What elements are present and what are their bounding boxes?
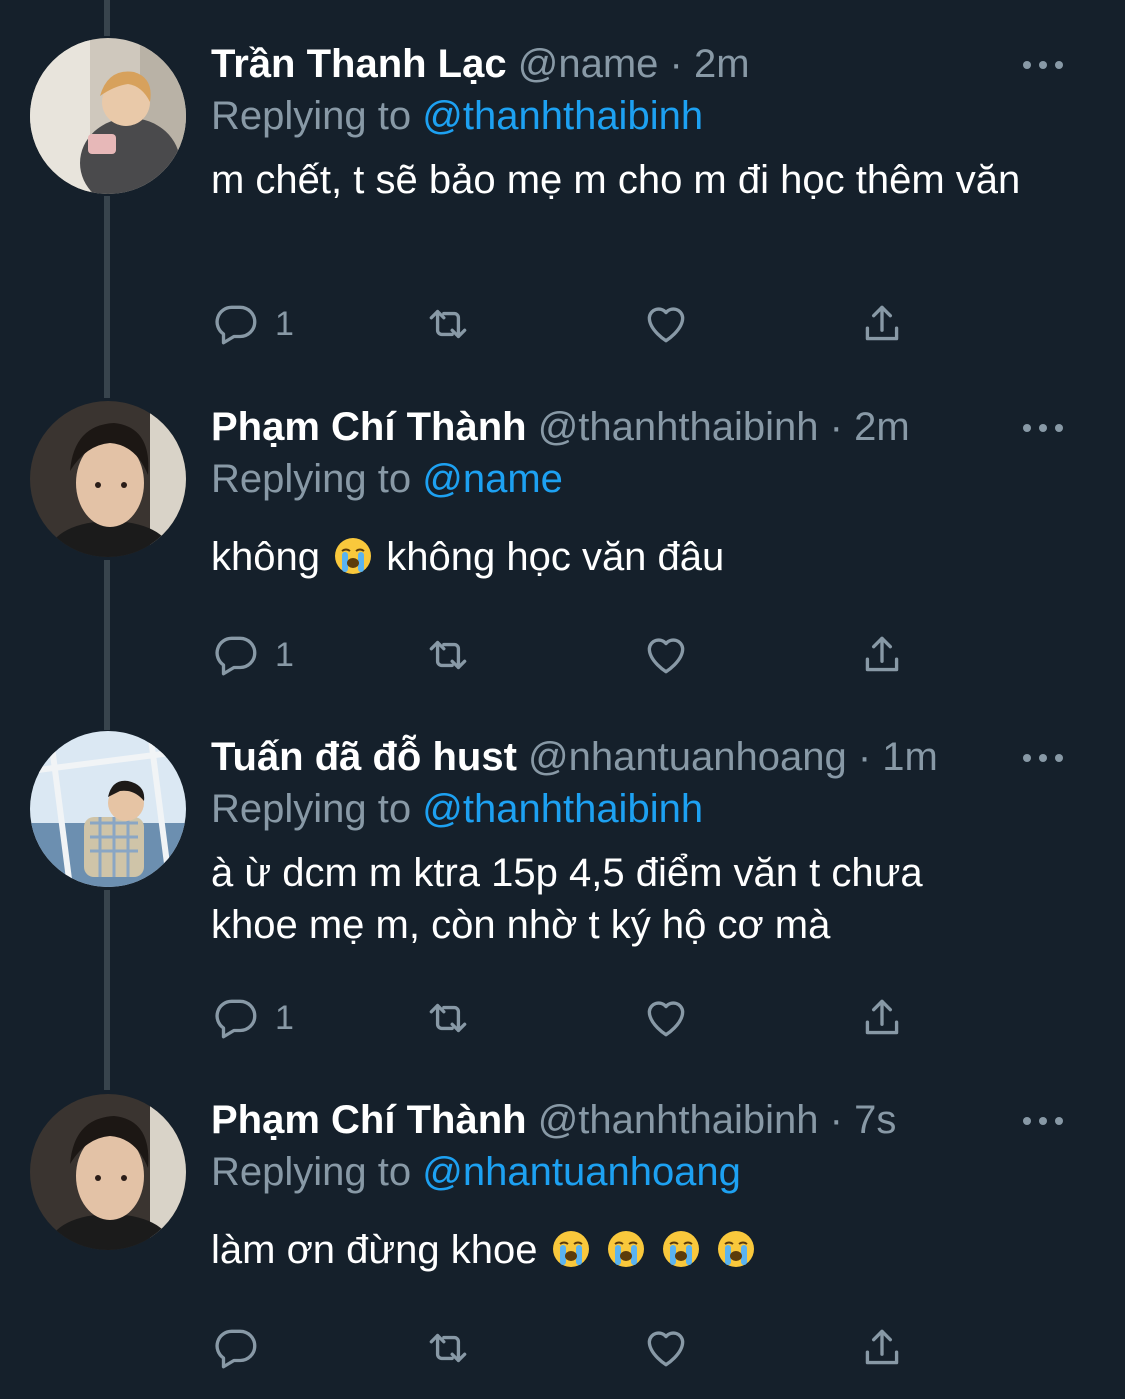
share-button[interactable] — [857, 988, 907, 1048]
tweet-header: Tuấn đã đỗ hust @nhantuanhoang · 1m — [211, 731, 1085, 783]
tweet-text: không không học văn đâu — [211, 531, 1085, 583]
more-icon[interactable] — [1023, 60, 1063, 70]
tweet-actions: 1 — [211, 294, 931, 354]
reply-icon — [215, 636, 257, 676]
replying-to: Replying to @name — [211, 453, 1085, 505]
timestamp[interactable]: 7s — [854, 1098, 896, 1142]
thread-line — [104, 0, 110, 36]
heart-icon — [647, 1331, 685, 1367]
tweet-actions — [211, 1318, 931, 1378]
more-icon[interactable] — [1023, 1116, 1063, 1126]
username[interactable]: @thanhthaibinh — [538, 405, 819, 449]
retweet-icon — [429, 309, 467, 339]
loudly-crying-face-emoji — [335, 538, 372, 574]
username[interactable]: @thanhthaibinh — [538, 1098, 819, 1142]
mention-link[interactable]: @thanhthaibinh — [422, 94, 703, 138]
like-button[interactable] — [641, 988, 691, 1048]
share-button[interactable] — [857, 294, 907, 354]
avatar-photo — [30, 731, 186, 887]
replying-to: Replying to @thanhthaibinh — [211, 90, 1085, 142]
reply-icon — [215, 999, 257, 1039]
share-icon — [865, 999, 899, 1035]
reply-button[interactable]: 1 — [211, 625, 294, 685]
reply-button[interactable]: 1 — [211, 988, 294, 1048]
separator-dot: · — [669, 42, 683, 86]
reply-count: 1 — [275, 998, 294, 1037]
replying-label: Replying to — [211, 457, 412, 501]
reply-icon — [215, 1329, 257, 1369]
more-icon[interactable] — [1023, 753, 1063, 763]
loudly-crying-face-emoji — [662, 1231, 699, 1267]
tweet-header: Phạm Chí Thành @thanhthaibinh · 7s — [211, 1094, 1085, 1146]
share-button[interactable] — [857, 1318, 907, 1378]
tweet-header: Phạm Chí Thành @thanhthaibinh · 2m — [211, 401, 1085, 453]
like-button[interactable] — [641, 294, 691, 354]
display-name[interactable]: Tuấn đã đỗ hust — [211, 735, 517, 779]
heart-icon — [647, 307, 685, 343]
replying-label: Replying to — [211, 787, 412, 831]
display-name[interactable]: Trần Thanh Lạc — [211, 42, 507, 86]
heart-icon — [647, 1001, 685, 1037]
avatar[interactable] — [30, 38, 186, 194]
tweet-text: m chết, t sẽ bảo mẹ m cho m đi học thêm … — [211, 158, 1021, 202]
mention-link[interactable]: @nhantuanhoang — [422, 1150, 741, 1194]
tweet-thread: Trần Thanh Lạc @name · 2m Replying to @t… — [0, 0, 1125, 1399]
mention-link[interactable]: @thanhthaibinh — [422, 787, 703, 831]
retweet-button[interactable] — [423, 1318, 473, 1378]
share-icon — [865, 1329, 899, 1365]
avatar-photo — [30, 1094, 186, 1250]
timestamp[interactable]: 1m — [882, 735, 938, 779]
reply-count: 1 — [275, 304, 294, 343]
heart-icon — [647, 638, 685, 674]
tweet-text-part: không — [211, 535, 320, 579]
loudly-crying-face-emoji — [718, 1231, 755, 1267]
like-button[interactable] — [641, 625, 691, 685]
retweet-button[interactable] — [423, 294, 473, 354]
tweet-text-part: không học văn đâu — [386, 535, 725, 579]
retweet-button[interactable] — [423, 988, 473, 1048]
retweet-icon — [429, 640, 467, 670]
more-icon[interactable] — [1023, 423, 1063, 433]
tweet-text-part: làm ơn đừng khoe — [211, 1228, 538, 1272]
tweet-text: làm ơn đừng khoe — [211, 1224, 1085, 1276]
replying-label: Replying to — [211, 1150, 412, 1194]
username[interactable]: @name — [518, 42, 659, 86]
username[interactable]: @nhantuanhoang — [528, 735, 847, 779]
avatar[interactable] — [30, 731, 186, 887]
avatar-photo — [30, 38, 186, 194]
retweet-icon — [429, 1333, 467, 1363]
reply-button[interactable] — [211, 1318, 261, 1378]
tweet-actions: 1 — [211, 625, 931, 685]
avatar-photo — [30, 401, 186, 557]
timestamp[interactable]: 2m — [694, 42, 750, 86]
reply-count: 1 — [275, 635, 294, 674]
retweet-button[interactable] — [423, 625, 473, 685]
tweet-actions: 1 — [211, 988, 931, 1048]
reply-button[interactable]: 1 — [211, 294, 294, 354]
mention-link[interactable]: @name — [422, 457, 563, 501]
loudly-crying-face-emoji — [552, 1231, 589, 1267]
avatar[interactable] — [30, 1094, 186, 1250]
replying-to: Replying to @thanhthaibinh — [211, 783, 1085, 835]
separator-dot: · — [829, 405, 843, 449]
share-icon — [865, 636, 899, 672]
separator-dot: · — [829, 1098, 843, 1142]
like-button[interactable] — [641, 1318, 691, 1378]
tweet-text: à ừ dcm m ktra 15p 4,5 điểm văn t chưa k… — [211, 851, 923, 947]
share-icon — [865, 305, 899, 341]
replying-to: Replying to @nhantuanhoang — [211, 1146, 1085, 1198]
avatar[interactable] — [30, 401, 186, 557]
display-name[interactable]: Phạm Chí Thành — [211, 405, 527, 449]
loudly-crying-face-emoji — [607, 1231, 644, 1267]
tweet-header: Trần Thanh Lạc @name · 2m — [211, 38, 1085, 90]
replying-label: Replying to — [211, 94, 412, 138]
timestamp[interactable]: 2m — [854, 405, 910, 449]
separator-dot: · — [857, 735, 872, 779]
reply-icon — [215, 305, 257, 345]
retweet-icon — [429, 1003, 467, 1033]
display-name[interactable]: Phạm Chí Thành — [211, 1098, 527, 1142]
share-button[interactable] — [857, 625, 907, 685]
